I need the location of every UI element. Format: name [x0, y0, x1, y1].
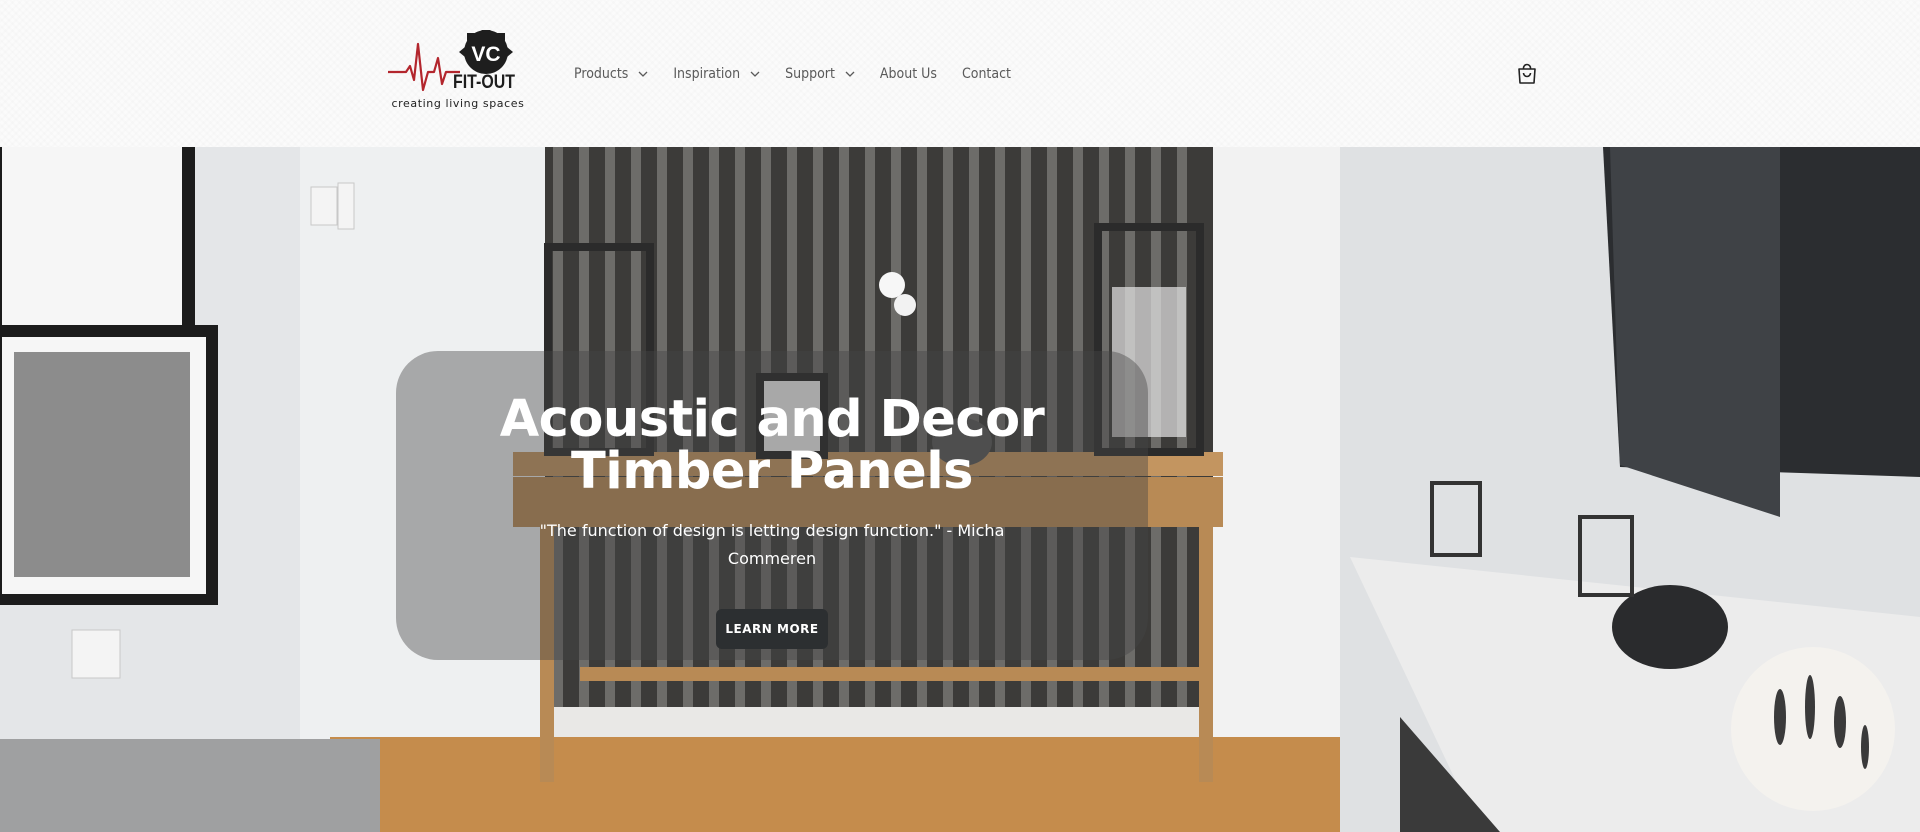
nav-item-about-us[interactable]: About Us: [880, 66, 937, 82]
chevron-down-icon: [638, 71, 648, 77]
nav-item-label: Inspiration: [673, 66, 741, 82]
hero-banner: Acoustic and Decor Timber Panels "The fu…: [0, 147, 1920, 832]
nav-item-inspiration[interactable]: Inspiration: [673, 66, 760, 82]
nav-item-contact[interactable]: Contact: [962, 66, 1011, 82]
hero-subtitle: "The function of design is letting desig…: [539, 521, 1005, 568]
logo-vc-text: VC: [471, 43, 500, 66]
nav-item-label: About Us: [879, 66, 937, 82]
chevron-down-icon: [750, 71, 760, 77]
shopping-bag-icon[interactable]: [1515, 62, 1539, 86]
site-header: VC FIT-OUT creating living spaces Produc…: [0, 0, 1920, 147]
nav-item-label: Contact: [961, 66, 1011, 82]
logo-fitout-text: FIT-OUT: [453, 72, 515, 93]
logo-tagline: creating living spaces: [391, 97, 525, 110]
nav-item-products[interactable]: Products: [574, 66, 648, 82]
hero-title: Acoustic and Decor Timber Panels: [499, 390, 1045, 501]
chevron-down-icon: [845, 71, 855, 77]
nav-item-label: Support: [785, 66, 835, 82]
learn-more-button[interactable]: LEARN MORE: [716, 609, 828, 649]
nav-item-label: Products: [574, 66, 629, 82]
nav-item-support[interactable]: Support: [785, 66, 855, 82]
main-nav: Products Inspiration Support About Us Co…: [574, 62, 1036, 86]
